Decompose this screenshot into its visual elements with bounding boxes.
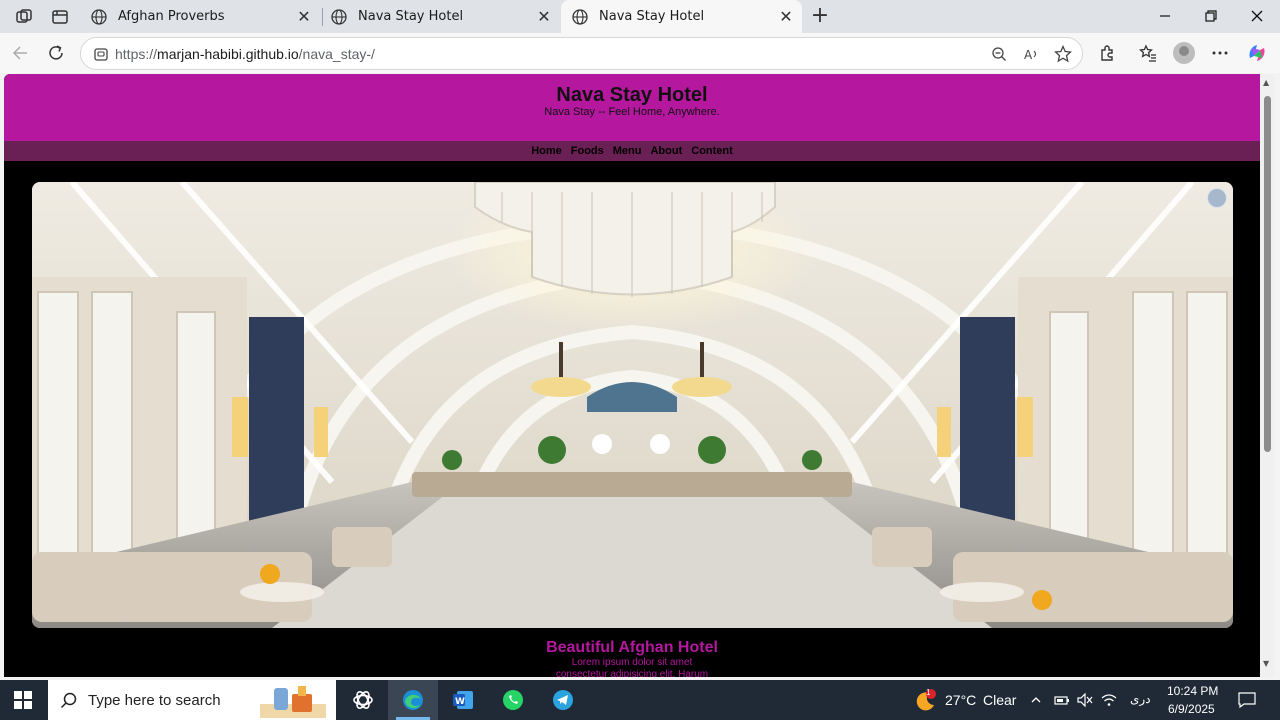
- caption-text: Lorem ipsum dolor sit amet consectetur a…: [555, 657, 709, 677]
- site-title: Nava Stay Hotel: [556, 84, 708, 106]
- restore-button[interactable]: [1200, 6, 1222, 28]
- tab-nava-stay-1[interactable]: Nava Stay Hotel ✕: [320, 0, 560, 33]
- word-icon: W: [453, 691, 473, 709]
- favorites-icon[interactable]: [1137, 42, 1159, 64]
- globe-icon: [331, 8, 347, 25]
- taskbar-whatsapp[interactable]: [488, 680, 538, 720]
- search-icon: [60, 692, 77, 709]
- page-viewport: Nava Stay Hotel Nava Stay -- Feel Home, …: [4, 74, 1260, 677]
- windows-start-icon[interactable]: [14, 691, 32, 709]
- taskbar-search[interactable]: Type here to search: [48, 680, 336, 720]
- favorite-star-icon[interactable]: [1054, 45, 1072, 63]
- nav-about[interactable]: About: [650, 145, 682, 157]
- page-scrollbar[interactable]: ▲ ▼: [1260, 74, 1274, 677]
- new-tab-button[interactable]: +: [808, 5, 832, 29]
- caption-title: Beautiful Afghan Hotel: [546, 639, 718, 656]
- close-window-button[interactable]: [1246, 6, 1268, 28]
- battery-icon[interactable]: [1054, 692, 1070, 708]
- nav-menu[interactable]: Menu: [613, 145, 642, 157]
- taskbar-telegram[interactable]: [538, 680, 588, 720]
- copilot-icon[interactable]: [1246, 42, 1268, 64]
- input-language[interactable]: دری: [1130, 692, 1151, 706]
- site-nav: Home Foods Menu About Content: [4, 141, 1260, 161]
- weather-desc[interactable]: Clear: [983, 692, 1016, 708]
- globe-icon: [91, 8, 107, 25]
- weather-badge: 1: [926, 688, 931, 697]
- edge-icon: [403, 690, 423, 710]
- site-header: Nava Stay Hotel Nava Stay -- Feel Home, …: [4, 74, 1260, 141]
- hero-image: [32, 182, 1233, 628]
- tab-afghan-proverbs[interactable]: Afghan Proverbs ✕: [80, 0, 320, 33]
- tab-actions-icon[interactable]: [50, 7, 70, 27]
- svg-text:A: A: [1024, 48, 1033, 62]
- taskbar-edge[interactable]: [388, 680, 438, 720]
- tab-close-icon[interactable]: ✕: [536, 9, 552, 25]
- nav-foods[interactable]: Foods: [571, 145, 604, 157]
- search-placeholder: Type here to search: [88, 692, 221, 709]
- clock-date[interactable]: 6/9/2025: [1168, 702, 1215, 716]
- chevron-up-icon[interactable]: [1028, 692, 1044, 708]
- address-bar[interactable]: https://marjan-habibi.github.io/nava_sta…: [80, 37, 1083, 70]
- taskbar-chatgpt[interactable]: [338, 680, 388, 720]
- tab-close-icon[interactable]: ✕: [296, 9, 312, 25]
- tab-nava-stay-active[interactable]: Nava Stay Hotel ✕: [561, 0, 802, 33]
- hotel-lobby-illustration: [32, 182, 1233, 628]
- nav-home[interactable]: Home: [531, 145, 562, 157]
- profile-avatar[interactable]: [1173, 42, 1195, 64]
- tab-close-icon[interactable]: ✕: [778, 9, 794, 25]
- weather-temp[interactable]: 27°C: [945, 692, 976, 708]
- clock-time[interactable]: 10:24 PM: [1167, 684, 1218, 698]
- telegram-icon: [553, 690, 573, 710]
- wifi-icon[interactable]: [1101, 692, 1117, 708]
- browser-toolbar: https://marjan-habibi.github.io/nava_sta…: [0, 33, 1280, 73]
- refresh-button[interactable]: [45, 42, 67, 64]
- weather-moon-icon[interactable]: [913, 689, 937, 713]
- notifications-icon[interactable]: [1238, 691, 1256, 709]
- extensions-icon[interactable]: [1096, 42, 1118, 64]
- svg-text:W: W: [455, 697, 465, 707]
- taskbar-word[interactable]: W: [438, 680, 488, 720]
- zoom-out-icon[interactable]: [990, 45, 1008, 63]
- volume-mute-icon[interactable]: [1077, 692, 1093, 708]
- chatgpt-icon: [353, 691, 373, 709]
- windows-taskbar: Type here to search W 1 27°C Clear دری 1…: [0, 680, 1280, 720]
- search-highlight-icon: [260, 686, 326, 718]
- minimize-button[interactable]: [1154, 6, 1176, 28]
- globe-icon: [572, 8, 588, 25]
- scroll-thumb[interactable]: [1264, 96, 1271, 452]
- tab-label: Nava Stay Hotel: [599, 9, 705, 24]
- read-aloud-icon[interactable]: A: [1022, 45, 1040, 63]
- site-tagline: Nava Stay -- Feel Home, Anywhere.: [544, 106, 720, 118]
- url-text: https://marjan-habibi.github.io/nava_sta…: [115, 46, 375, 62]
- more-options-icon[interactable]: [1209, 42, 1231, 64]
- scroll-down-icon[interactable]: ▼: [1263, 659, 1269, 668]
- tab-label: Afghan Proverbs: [118, 9, 225, 24]
- whatsapp-icon: [503, 690, 523, 710]
- tab-label: Nava Stay Hotel: [358, 9, 464, 24]
- back-button[interactable]: [9, 42, 31, 64]
- workspaces-icon[interactable]: [14, 7, 34, 27]
- tab-strip: Afghan Proverbs ✕ Nava Stay Hotel ✕ Nava…: [0, 0, 1280, 33]
- scroll-up-icon[interactable]: ▲: [1263, 78, 1269, 87]
- site-info-icon[interactable]: [93, 46, 109, 62]
- nav-content[interactable]: Content: [691, 145, 733, 157]
- visual-search-icon[interactable]: [1207, 188, 1227, 208]
